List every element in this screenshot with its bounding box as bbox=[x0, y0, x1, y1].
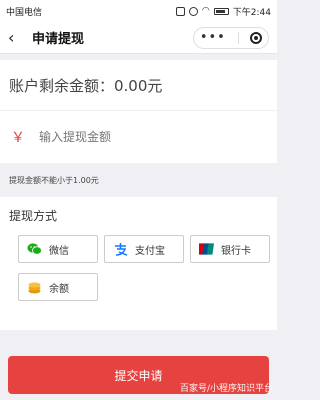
method-alipay-button[interactable]: 支付宝 bbox=[104, 235, 184, 263]
battery-icon bbox=[213, 7, 229, 15]
method-bankcard-label: 银行卡 bbox=[221, 245, 251, 257]
back-icon[interactable]: ‹ bbox=[8, 28, 26, 47]
amount-row: ￥ bbox=[0, 111, 277, 163]
method-wechat-label: 微信 bbox=[49, 245, 69, 257]
alarm-icon bbox=[188, 6, 198, 16]
carrier-label: 中国电信 bbox=[6, 7, 43, 18]
method-balance-button[interactable]: 余额 bbox=[18, 273, 98, 301]
wifi-icon: ◠ bbox=[201, 6, 210, 16]
method-balance-label: 余额 bbox=[49, 283, 69, 295]
unionpay-icon bbox=[199, 242, 214, 257]
amount-input[interactable] bbox=[39, 130, 239, 144]
alipay-icon bbox=[113, 242, 128, 257]
page-title: 申请提现 bbox=[32, 32, 85, 47]
min-amount-hint: 提现金额不能小于1.00元 bbox=[9, 175, 99, 185]
coins-icon bbox=[27, 280, 42, 295]
wechat-icon bbox=[27, 242, 42, 257]
method-wechat-button[interactable]: 微信 bbox=[18, 235, 98, 263]
methods-title: 提现方式 bbox=[9, 209, 58, 223]
nav-bar: ‹ 申请提现 ••• bbox=[0, 22, 277, 54]
status-icons: ◠ 下午2:44 bbox=[175, 5, 271, 18]
close-target-icon[interactable] bbox=[250, 31, 263, 44]
method-alipay-label: 支付宝 bbox=[135, 245, 165, 257]
method-options: 微信 支付宝 银行卡 余额 bbox=[9, 235, 270, 301]
balance-row: 账户剩余金额：0.00元 bbox=[0, 60, 277, 110]
method-bankcard-button[interactable]: 银行卡 bbox=[190, 235, 270, 263]
more-icon[interactable]: ••• bbox=[200, 31, 226, 44]
vibrate-icon bbox=[175, 6, 185, 16]
capsule-divider bbox=[237, 31, 239, 44]
status-bar: 中国电信 ◠ 下午2:44 bbox=[0, 0, 277, 22]
balance-label: 账户剩余金额：0.00元 bbox=[9, 76, 163, 95]
clock-label: 下午2:44 bbox=[232, 7, 271, 18]
watermark-text: 百家号/小程序知识平台 bbox=[179, 384, 273, 394]
mini-program-capsule: ••• bbox=[193, 26, 269, 49]
yen-icon: ￥ bbox=[11, 130, 25, 146]
withdraw-methods-section: 提现方式 微信 支付宝 银行卡 余额 bbox=[0, 197, 277, 330]
